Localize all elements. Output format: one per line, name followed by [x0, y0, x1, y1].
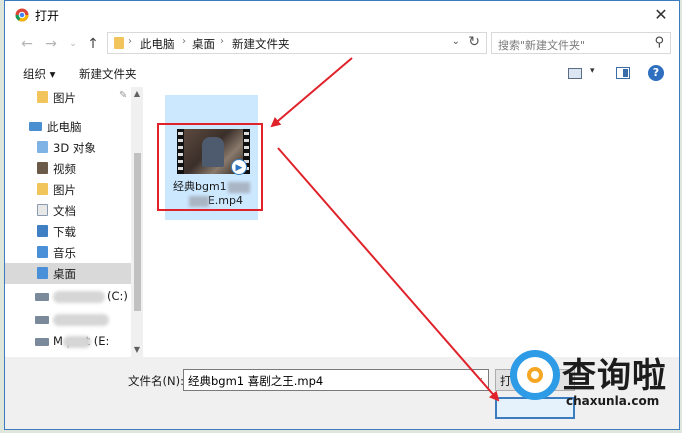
pin-icon: ✎	[119, 90, 128, 101]
sidebar-item-drive-e[interactable]: M port (E:	[5, 331, 131, 352]
folder-icon	[37, 91, 48, 103]
scrollbar-thumb[interactable]	[134, 153, 141, 311]
sidebar-item-label: 桌面	[53, 267, 76, 281]
preview-pane-icon[interactable]	[616, 67, 630, 79]
address-bar[interactable]: › 此电脑 › 桌面 › 新建文件夹 ⌄ ↻	[107, 32, 487, 54]
drive-icon	[35, 338, 49, 346]
chevron-right-icon: ›	[220, 36, 224, 47]
organize-button[interactable]: 组织 ▾	[23, 66, 55, 82]
downloads-folder-icon	[37, 225, 48, 237]
sidebar-item-downloads[interactable]: 下载	[5, 221, 131, 242]
desktop-folder-icon	[37, 267, 48, 279]
sidebar-item-3d-objects[interactable]: 3D 对象	[5, 137, 131, 158]
address-row: ← → ⌄ ↑ › 此电脑 › 桌面 › 新建文件夹 ⌄ ↻ 搜索"新建文件夹"…	[5, 31, 679, 57]
sidebar-item-label: 3D 对象	[53, 141, 96, 155]
breadcrumb-this-pc[interactable]: 此电脑	[140, 36, 175, 52]
command-bar: 组织 ▾ 新建文件夹 ▾ ?	[5, 61, 679, 87]
sidebar-item-label: 下载	[53, 225, 76, 239]
video-folder-icon	[37, 162, 48, 174]
close-button[interactable]: ✕	[643, 1, 679, 29]
arrow-right-icon: →	[45, 36, 57, 52]
sidebar-item-pictures-pinned[interactable]: 图片 ✎	[5, 87, 131, 108]
view-mode-icon[interactable]	[568, 68, 582, 79]
3d-objects-icon	[37, 141, 48, 153]
chevron-down-icon[interactable]: ⌄	[476, 373, 484, 383]
filename-field[interactable]: 经典bgm1 喜剧之王.mp4 ⌄	[183, 369, 489, 391]
filename-value: 经典bgm1 喜剧之王.mp4	[188, 374, 324, 388]
sidebar-item-label: 音乐	[53, 246, 76, 260]
sidebar-item-label: (C:)	[107, 289, 128, 303]
chevron-right-icon: ›	[128, 36, 132, 47]
new-folder-button[interactable]: 新建文件夹	[79, 66, 137, 82]
music-folder-icon	[37, 246, 48, 258]
sidebar-item-pictures[interactable]: 图片	[5, 179, 131, 200]
back-button[interactable]: ←	[17, 34, 37, 54]
file-list: ▶ 经典bgm1 E.mp4	[145, 87, 679, 357]
sidebar-item-drive[interactable]	[5, 309, 131, 330]
sidebar-item-label: 此电脑	[47, 120, 82, 134]
redacted-drive-name	[63, 336, 91, 348]
help-icon[interactable]: ?	[648, 65, 664, 81]
watermark-logo: 查询啦 chaxunla.com	[504, 348, 680, 414]
breadcrumb-new-folder[interactable]: 新建文件夹	[232, 36, 290, 52]
redacted-drive-name	[53, 314, 109, 326]
refresh-icon[interactable]: ↻	[468, 34, 480, 50]
annotation-highlight-box	[157, 123, 263, 211]
window-title: 打开	[35, 9, 60, 23]
sidebar-item-music[interactable]: 音乐	[5, 242, 131, 263]
watermark-text: 查询啦	[562, 356, 667, 396]
up-button[interactable]: ↑	[83, 34, 103, 54]
scroll-up-icon[interactable]: ▲	[131, 89, 143, 98]
sidebar-item-desktop[interactable]: 桌面	[5, 263, 131, 284]
chrome-app-icon	[15, 8, 29, 22]
drive-icon	[35, 316, 49, 324]
sidebar-item-this-pc[interactable]: 此电脑	[5, 116, 131, 137]
search-icon: ⚲	[654, 35, 664, 50]
sidebar-item-label: 图片	[53, 91, 76, 105]
search-placeholder: 搜索"新建文件夹"	[498, 39, 586, 52]
folder-icon	[114, 37, 124, 49]
computer-icon	[29, 122, 42, 131]
watermark-domain: chaxunla.com	[566, 394, 660, 408]
sidebar-item-documents[interactable]: 文档	[5, 200, 131, 221]
magnifier-logo-icon	[510, 350, 560, 400]
arrow-up-icon: ↑	[87, 36, 99, 52]
chevron-right-icon: ›	[182, 36, 186, 47]
close-icon: ✕	[654, 5, 668, 24]
navigation-pane: 图片 ✎ 此电脑 3D 对象 视频 图片 文档 下载 音乐 桌面 (C:) M …	[5, 87, 145, 357]
sidebar-item-label: 图片	[53, 183, 76, 197]
title-bar: 打开 ✕	[5, 1, 679, 29]
sidebar-item-label: 文档	[53, 204, 76, 218]
chevron-down-icon: ⌄	[69, 39, 77, 49]
search-input[interactable]: 搜索"新建文件夹" ⚲	[491, 32, 671, 54]
sidebar-item-drive-c[interactable]: (C:)	[5, 286, 131, 307]
scroll-down-icon[interactable]: ▼	[131, 345, 143, 354]
drive-icon	[35, 293, 49, 301]
filename-label: 文件名(N):	[128, 374, 184, 388]
sidebar-item-videos[interactable]: 视频	[5, 158, 131, 179]
pictures-folder-icon	[37, 183, 48, 195]
recent-dropdown[interactable]: ⌄	[63, 34, 83, 54]
sidebar-item-label: 视频	[53, 162, 76, 176]
forward-button[interactable]: →	[41, 34, 61, 54]
chevron-down-icon[interactable]: ▾	[590, 66, 595, 76]
documents-folder-icon	[37, 204, 48, 216]
breadcrumb-desktop[interactable]: 桌面	[192, 36, 215, 52]
redacted-drive-name	[53, 291, 105, 303]
arrow-left-icon: ←	[21, 36, 33, 52]
chevron-down-icon[interactable]: ⌄	[452, 36, 460, 47]
